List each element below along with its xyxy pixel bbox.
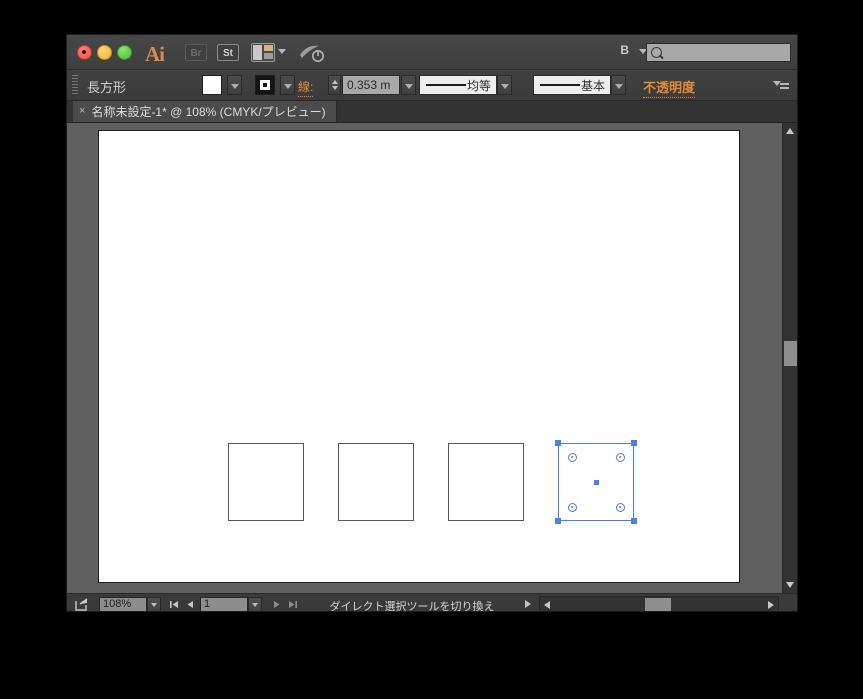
stroke-profile-select[interactable]: 均等	[419, 75, 497, 95]
prev-page-icon[interactable]	[183, 597, 198, 611]
search-input[interactable]	[646, 43, 791, 62]
page-number-dropdown-icon[interactable]	[248, 597, 262, 611]
scroll-down-arrow-icon[interactable]	[783, 578, 797, 592]
selection-handle[interactable]	[631, 440, 637, 446]
horizontal-scrollbar[interactable]	[539, 596, 779, 611]
fill-dropdown-icon[interactable]	[227, 75, 243, 95]
vertical-scrollbar[interactable]	[782, 123, 797, 593]
live-corner-widget[interactable]	[615, 502, 625, 512]
status-message: ダイレクト選択ツールを切り換え	[329, 601, 495, 612]
illustrator-logo: Ai	[145, 42, 165, 66]
stroke-swatch[interactable]	[255, 75, 275, 95]
last-page-icon[interactable]	[285, 597, 300, 611]
live-corner-widget[interactable]	[567, 502, 577, 512]
rectangle-3[interactable]	[448, 443, 524, 521]
close-icon[interactable]: ×	[79, 106, 85, 117]
center-point	[593, 479, 599, 485]
document-tab-label: 名称未設定-1* @ 108% (CMYK/プレビュー)	[91, 105, 326, 119]
screen: Ai Br St B 長方形 線: 0.353 m 均等 基本 不透明度 × 名…	[0, 0, 863, 699]
scroll-up-arrow-icon[interactable]	[783, 124, 797, 138]
fill-swatch[interactable]	[202, 75, 222, 95]
live-corner-widget[interactable]	[615, 452, 625, 462]
vertical-scrollbar-thumb[interactable]	[784, 341, 797, 366]
selection-handle[interactable]	[631, 518, 637, 524]
window-maximize-button[interactable]	[117, 45, 132, 60]
fill-color-control[interactable]	[202, 75, 243, 95]
document-tab-bar: × 名称未設定-1* @ 108% (CMYK/プレビュー)	[67, 101, 797, 123]
illustrator-window: Ai Br St B 長方形 線: 0.353 m 均等 基本 不透明度 × 名…	[66, 34, 798, 612]
stroke-weight-input[interactable]: 0.353 m	[342, 75, 400, 95]
search-icon	[651, 47, 662, 58]
panel-gripper-icon[interactable]	[72, 75, 78, 95]
horizontal-scrollbar-thumb[interactable]	[645, 598, 671, 611]
brush-definition-value: 基本	[580, 78, 605, 93]
next-page-icon[interactable]	[269, 597, 284, 611]
selection-handle[interactable]	[555, 440, 561, 446]
stroke-weight-stepper[interactable]	[328, 75, 341, 95]
scroll-left-arrow-icon[interactable]	[540, 597, 554, 611]
rectangle-1[interactable]	[228, 443, 304, 521]
brush-preview	[540, 84, 580, 86]
status-menu-icon[interactable]	[525, 600, 531, 608]
stroke-color-control[interactable]	[255, 75, 296, 95]
stroke-dropdown-icon[interactable]	[280, 75, 296, 95]
share-icon[interactable]	[74, 597, 89, 611]
arrange-documents-icon[interactable]	[251, 43, 275, 62]
stroke-profile-value: 均等	[466, 78, 491, 93]
artboard[interactable]	[98, 130, 740, 583]
cc-swoosh-icon[interactable]	[299, 43, 325, 63]
profile-preview	[426, 84, 466, 86]
stroke-profile-dropdown-icon[interactable]	[497, 75, 512, 95]
zoom-level-input[interactable]: 108%	[99, 597, 147, 611]
window-minimize-button[interactable]	[97, 45, 112, 60]
chevron-down-icon[interactable]	[278, 49, 286, 54]
document-tab[interactable]: × 名称未設定-1* @ 108% (CMYK/プレビュー)	[73, 101, 337, 122]
stroke-weight-label[interactable]: 線:	[298, 78, 314, 97]
scroll-right-arrow-icon[interactable]	[764, 597, 778, 611]
stock-button[interactable]: St	[217, 44, 239, 61]
title-bar: Ai Br St B	[67, 35, 797, 70]
selection-handle[interactable]	[555, 518, 561, 524]
brush-definition-dropdown-icon[interactable]	[611, 75, 626, 95]
live-corner-widget[interactable]	[567, 452, 577, 462]
rectangle-2[interactable]	[338, 443, 414, 521]
canvas-area[interactable]	[67, 123, 797, 593]
page-number-input[interactable]: 1	[200, 597, 248, 611]
status-bar: 108% 1 ダイレクト選択ツールを切り換え	[67, 593, 797, 612]
panel-menu-icon[interactable]	[773, 79, 789, 91]
active-tool-label: 長方形	[87, 80, 127, 95]
bridge-button[interactable]: Br	[185, 44, 207, 61]
workspace-switcher-label[interactable]: B	[620, 43, 629, 57]
stroke-weight-dropdown-icon[interactable]	[401, 75, 416, 95]
opacity-label[interactable]: 不透明度	[643, 77, 696, 98]
first-page-icon[interactable]	[167, 597, 182, 611]
window-close-button[interactable]	[77, 45, 92, 60]
brush-definition-select[interactable]: 基本	[533, 75, 611, 95]
zoom-level-dropdown-icon[interactable]	[147, 597, 161, 611]
control-panel: 長方形 線: 0.353 m 均等 基本 不透明度	[67, 70, 797, 101]
